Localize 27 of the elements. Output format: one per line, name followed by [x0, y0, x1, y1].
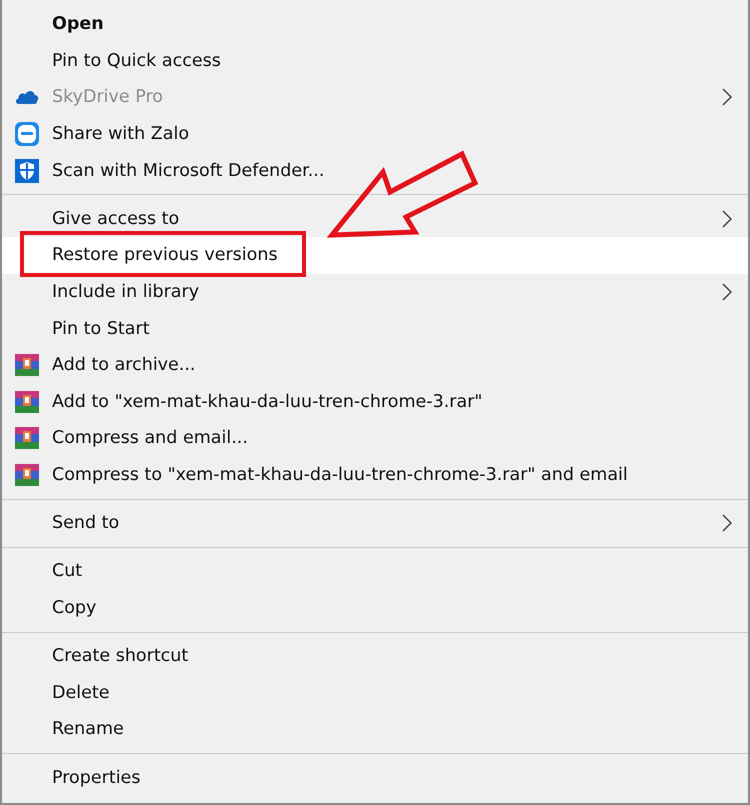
menu-item[interactable]: Pin to Quick access: [2, 42, 748, 80]
menu-item[interactable]: Copy: [2, 590, 748, 626]
menu-item[interactable]: Open: [2, 6, 748, 43]
archive-books-icon: [15, 463, 39, 488]
menu-item[interactable]: Compress and email...: [2, 420, 748, 457]
menu-item[interactable]: Rename: [2, 711, 748, 748]
menu-item[interactable]: Give access to: [2, 200, 748, 238]
menu-item[interactable]: Create shortcut: [2, 638, 748, 674]
menu-item[interactable]: Add to archive...: [2, 346, 748, 384]
arrow-icon: [326, 150, 478, 238]
archive-books-icon: [15, 426, 39, 450]
archive-books-icon: [15, 390, 39, 414]
menu-item[interactable]: Compress to "xem-mat-khau-da-luu-tren-chrome-3.rar" and email: [2, 456, 748, 494]
menu-item[interactable]: Share with Zalo: [2, 116, 748, 152]
menu-item[interactable]: Pin to Start: [2, 310, 748, 347]
chat-app-icon: [15, 122, 39, 146]
menu-item[interactable]: Include in library: [2, 274, 748, 310]
menu-item[interactable]: Properties: [2, 759, 748, 796]
archive-books-icon: [15, 353, 39, 378]
menu-item[interactable]: Add to "xem-mat-khau-da-luu-tren-chrome-3.rar": [2, 384, 748, 420]
menu-item[interactable]: Delete: [2, 674, 748, 712]
shield-icon: [15, 158, 39, 183]
cloud-icon: [15, 89, 39, 106]
menu-item[interactable]: Send to: [2, 504, 748, 542]
menu-item[interactable]: Cut: [2, 553, 748, 590]
menu-item[interactable]: Restore previous versions: [2, 237, 748, 274]
menu-item[interactable]: Scan with Microsoft Defender...: [2, 152, 748, 189]
